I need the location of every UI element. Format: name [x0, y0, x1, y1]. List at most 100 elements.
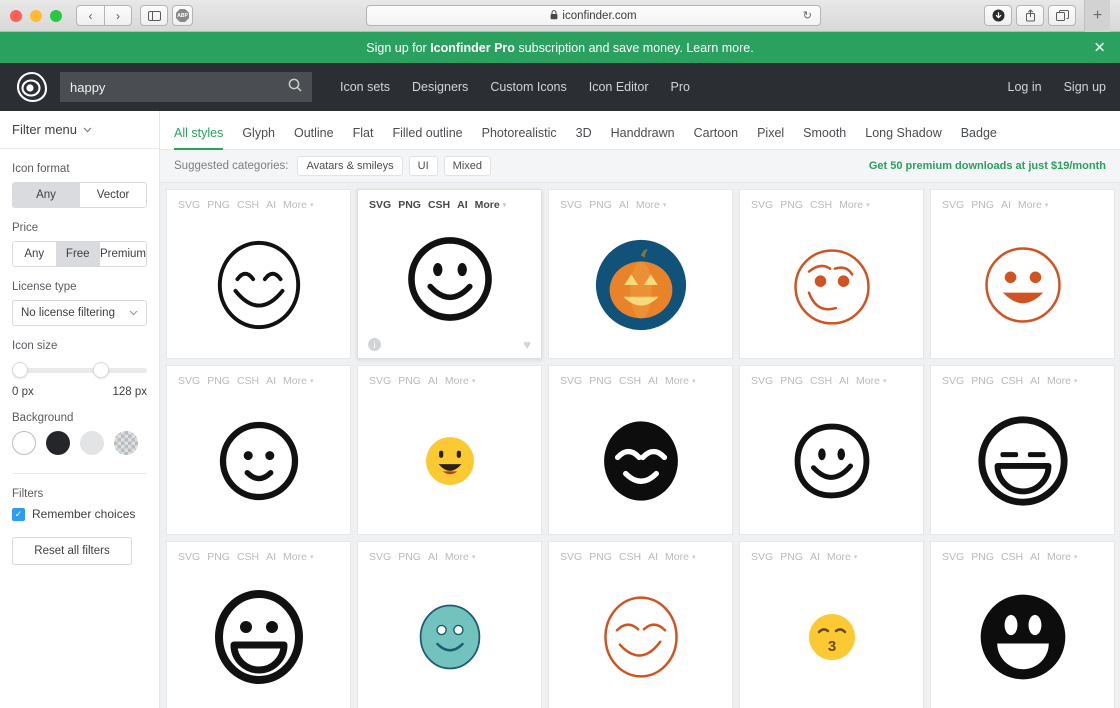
format-more[interactable]: More ▾	[445, 551, 475, 563]
license-type-select[interactable]: No license filtering	[12, 300, 147, 326]
format-svg[interactable]: SVG	[560, 551, 582, 563]
format-more[interactable]: More ▾	[445, 375, 475, 387]
nav-item-custom-icons[interactable]: Custom Icons	[490, 80, 566, 94]
slider-knob-min[interactable]	[12, 362, 28, 378]
format-ai[interactable]: AI	[648, 375, 658, 387]
icon-card[interactable]: SVG PNG CSH AI More ▾	[166, 541, 351, 708]
minimize-window-button[interactable]	[30, 9, 42, 22]
format-csh[interactable]: CSH	[619, 375, 641, 387]
tab-filled-outline[interactable]: Filled outline	[392, 126, 462, 149]
format-ai[interactable]: AI	[839, 375, 849, 387]
background-swatch-light-gray[interactable]	[80, 431, 104, 455]
format-ai[interactable]: AI	[266, 199, 276, 211]
reload-icon[interactable]: ↻	[803, 9, 812, 22]
format-csh[interactable]: CSH	[619, 551, 641, 563]
format-more[interactable]: More ▾	[665, 551, 695, 563]
sidebar-toggle-icon[interactable]	[140, 5, 168, 26]
tab-all-styles[interactable]: All styles	[174, 126, 224, 150]
remember-choices-checkbox[interactable]: ✓	[12, 507, 25, 521]
format-png[interactable]: PNG	[971, 199, 994, 211]
format-ai[interactable]: AI	[648, 551, 658, 563]
search-icon[interactable]	[288, 78, 302, 97]
format-csh[interactable]: CSH	[237, 375, 259, 387]
search-input[interactable]	[70, 79, 302, 95]
format-ai[interactable]: AI	[1030, 375, 1040, 387]
icon-size-slider[interactable]	[12, 359, 147, 381]
tab-badge[interactable]: Badge	[961, 126, 997, 149]
format-more[interactable]: More ▾	[1047, 551, 1077, 563]
icon-format-option-vector[interactable]: Vector	[80, 183, 146, 207]
zoom-window-button[interactable]	[50, 9, 62, 22]
tab-pixel[interactable]: Pixel	[757, 126, 784, 149]
background-swatch-white[interactable]	[12, 431, 36, 455]
tab-photorealistic[interactable]: Photorealistic	[482, 126, 557, 149]
format-svg[interactable]: SVG	[942, 551, 964, 563]
format-ai[interactable]: AI	[428, 551, 438, 563]
reset-all-filters-button[interactable]: Reset all filters	[12, 537, 132, 565]
format-more[interactable]: More ▾	[856, 375, 886, 387]
nav-item-icon-editor[interactable]: Icon Editor	[589, 80, 649, 94]
format-ai[interactable]: AI	[1001, 199, 1011, 211]
tab-cartoon[interactable]: Cartoon	[694, 126, 738, 149]
format-svg[interactable]: SVG	[560, 199, 582, 211]
format-more[interactable]: More ▾	[665, 375, 695, 387]
format-svg[interactable]: SVG	[369, 551, 391, 563]
category-chip-mixed[interactable]: Mixed	[443, 156, 492, 176]
icon-card[interactable]: SVG PNG CSH AI More ▾	[548, 541, 733, 708]
icon-card[interactable]: SVG PNG CSH More ▾	[739, 189, 924, 359]
format-png[interactable]: PNG	[780, 375, 803, 387]
icon-card[interactable]: SVG PNG CSH AI More ▾	[930, 365, 1115, 535]
search-box[interactable]	[60, 72, 312, 102]
icon-card[interactable]: SVG PNG CSH AI More ▾	[166, 365, 351, 535]
format-png[interactable]: PNG	[971, 551, 994, 563]
format-png[interactable]: PNG	[780, 551, 803, 563]
format-more[interactable]: More ▾	[475, 199, 507, 211]
slider-knob-max[interactable]	[93, 362, 109, 378]
icon-card[interactable]: SVG PNG AI More ▾	[930, 189, 1115, 359]
format-svg[interactable]: SVG	[560, 375, 582, 387]
info-icon[interactable]: i	[368, 338, 381, 351]
icon-card[interactable]: SVG PNG AI More ▾	[357, 541, 542, 708]
tab-outline[interactable]: Outline	[294, 126, 334, 149]
icon-card[interactable]: SVG PNG CSH AI More ▾	[930, 541, 1115, 708]
format-more[interactable]: More ▾	[636, 199, 666, 211]
icon-format-option-any[interactable]: Any	[13, 183, 80, 207]
format-svg[interactable]: SVG	[178, 375, 200, 387]
format-png[interactable]: PNG	[398, 551, 421, 563]
format-ai[interactable]: AI	[1030, 551, 1040, 563]
price-option-any[interactable]: Any	[13, 242, 57, 266]
promo-text-after[interactable]: subscription and save money. Learn more.	[515, 41, 753, 55]
price-option-premium[interactable]: Premium	[100, 242, 146, 266]
format-png[interactable]: PNG	[971, 375, 994, 387]
format-ai[interactable]: AI	[428, 375, 438, 387]
nav-item-icon-sets[interactable]: Icon sets	[340, 80, 390, 94]
tab-glyph[interactable]: Glyph	[242, 126, 275, 149]
nav-item-designers[interactable]: Designers	[412, 80, 468, 94]
format-png[interactable]: PNG	[398, 375, 421, 387]
icon-card[interactable]: SVG PNG CSH AI More ▾	[166, 189, 351, 359]
icon-card[interactable]: SVG PNG CSH AI More ▾	[739, 365, 924, 535]
price-option-free[interactable]: Free	[56, 242, 100, 266]
remember-choices-row[interactable]: ✓ Remember choices	[12, 507, 147, 521]
format-svg[interactable]: SVG	[942, 199, 964, 211]
show-tabs-icon[interactable]	[1048, 5, 1076, 26]
format-png[interactable]: PNG	[207, 551, 230, 563]
premium-downloads-promo-link[interactable]: Get 50 premium downloads at just $19/mon…	[869, 160, 1106, 172]
favorite-heart-icon[interactable]: ♥	[523, 337, 531, 352]
back-icon[interactable]: ‹	[76, 5, 104, 26]
format-png[interactable]: PNG	[398, 199, 421, 211]
signup-link[interactable]: Sign up	[1064, 80, 1106, 94]
icon-card[interactable]: SVG PNG AI More ▾ 3	[739, 541, 924, 708]
format-png[interactable]: PNG	[207, 199, 230, 211]
format-more[interactable]: More ▾	[839, 199, 869, 211]
background-swatch-transparent[interactable]	[114, 431, 138, 455]
format-png[interactable]: PNG	[589, 199, 612, 211]
format-more[interactable]: More ▾	[283, 375, 313, 387]
format-ai[interactable]: AI	[266, 375, 276, 387]
address-bar[interactable]: iconfinder.com ↻	[366, 5, 821, 26]
format-svg[interactable]: SVG	[369, 199, 391, 211]
category-chip-ui[interactable]: UI	[408, 156, 438, 176]
format-csh[interactable]: CSH	[237, 199, 259, 211]
background-swatch-dark[interactable]	[46, 431, 70, 455]
nav-item-pro[interactable]: Pro	[671, 80, 690, 94]
